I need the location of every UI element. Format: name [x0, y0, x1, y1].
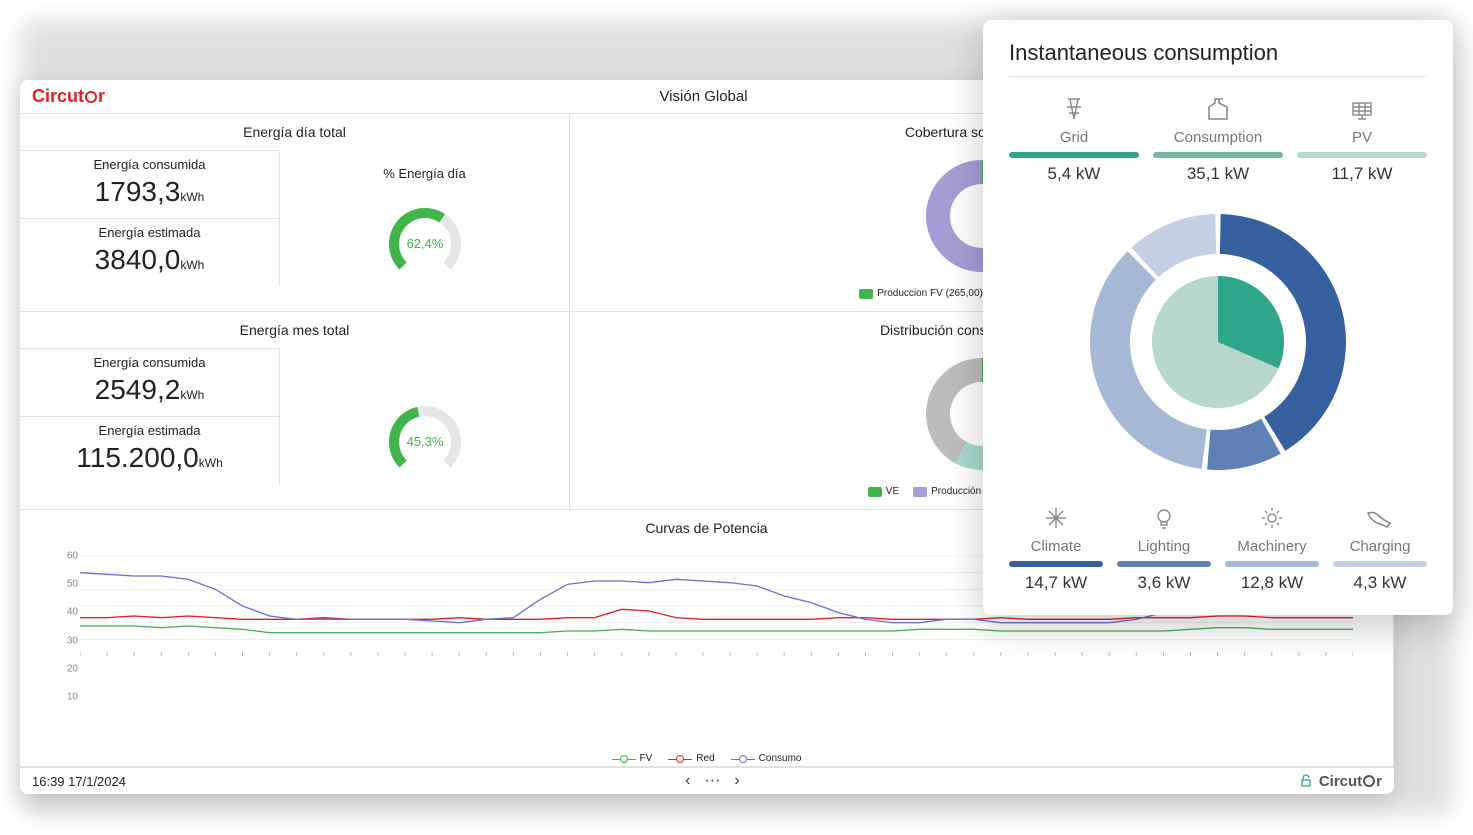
- metric-label: Climate: [1031, 538, 1082, 555]
- metric-grid: Grid 5,4 kW: [1009, 95, 1139, 184]
- legend-line-marker: [612, 754, 636, 764]
- metric-label: PV: [1352, 129, 1372, 146]
- curves-y-axis: 605040302010: [50, 556, 78, 725]
- footer: 16:39 17/1/2024 ‹ ··· › Circutr: [20, 767, 1394, 794]
- legend-item[interactable]: Producción: [913, 486, 981, 497]
- next-page-button[interactable]: ›: [734, 772, 739, 790]
- metric-label: Grid: [1060, 129, 1088, 146]
- metric-climate: Climate 14,7 kW: [1009, 504, 1103, 593]
- day-consumed-unit: kWh: [180, 190, 204, 204]
- metric-value: 12,8 kW: [1241, 573, 1303, 593]
- machinery-icon: [1259, 504, 1285, 532]
- month-expected-label: Energía estimada: [32, 423, 267, 442]
- legend-label: FV: [640, 753, 653, 764]
- legend-swatch: [868, 487, 882, 497]
- metric-value: 14,7 kW: [1025, 573, 1087, 593]
- legend-line-marker: [731, 754, 755, 764]
- metric-value: 3,6 kW: [1138, 573, 1191, 593]
- metric-charging: Charging 4,3 kW: [1333, 504, 1427, 593]
- brand-logo: Circutr: [32, 86, 105, 107]
- curves-legend: FV Red Consumo: [20, 747, 1393, 766]
- metric-bar: [1009, 561, 1103, 567]
- metric-bar: [1333, 561, 1427, 567]
- svg-text:62,4%: 62,4%: [406, 236, 443, 251]
- metric-bar: [1117, 561, 1211, 567]
- panel-title-day: Energía día total: [20, 114, 569, 150]
- metric-bar: [1297, 152, 1427, 158]
- month-expected-value: 115.200,0: [76, 442, 199, 473]
- day-expected-unit: kWh: [180, 258, 204, 272]
- legend-swatch: [913, 487, 927, 497]
- metric-value: 35,1 kW: [1187, 164, 1249, 184]
- month-consumed-unit: kWh: [180, 388, 204, 402]
- month-expected-unit: kWh: [199, 456, 223, 470]
- metric-label: Consumption: [1174, 129, 1262, 146]
- month-consumed-value: 2549,2: [95, 374, 181, 405]
- metric-value: 5,4 kW: [1048, 164, 1101, 184]
- legend-label: Produccion FV (265,00): [877, 288, 983, 299]
- pv-icon: [1348, 95, 1376, 123]
- metric-bar: [1225, 561, 1319, 567]
- legend-label: Consumo: [759, 753, 802, 764]
- legend-label: Red: [696, 753, 714, 764]
- instantaneous-consumption-popup: Instantaneous consumption Grid 5,4 kW Cons…: [983, 20, 1453, 615]
- metric-value: 11,7 kW: [1331, 164, 1392, 184]
- day-gauge: 62,4%: [365, 189, 485, 279]
- footer-datetime: 16:39 17/1/2024: [32, 774, 126, 789]
- metric-label: Charging: [1350, 538, 1411, 555]
- lighting-icon: [1151, 504, 1177, 532]
- legend-item[interactable]: VE: [868, 486, 899, 497]
- popup-title: Instantaneous consumption: [1009, 40, 1427, 66]
- day-expected-label: Energía estimada: [32, 225, 267, 244]
- day-pct-title: % Energía día: [383, 158, 465, 189]
- metric-bar: [1009, 152, 1139, 158]
- divider: [1009, 76, 1427, 77]
- month-gauge: 45,3%: [365, 387, 485, 477]
- legend-item[interactable]: FV: [612, 753, 653, 764]
- day-expected-value: 3840,0: [95, 244, 181, 275]
- day-consumed-label: Energía consumida: [32, 157, 267, 176]
- legend-item[interactable]: Red: [668, 753, 714, 764]
- metric-pv: PV 11,7 kW: [1297, 95, 1427, 184]
- legend-label: Producción: [931, 486, 981, 497]
- panel-energy-day: Energía día total Energía consumida 1793…: [19, 113, 570, 312]
- prev-page-button[interactable]: ‹: [685, 772, 690, 790]
- metric-machinery: Machinery 12,8 kW: [1225, 504, 1319, 593]
- metric-lighting: Lighting 3,6 kW: [1117, 504, 1211, 593]
- month-consumed-label: Energía consumida: [32, 355, 267, 374]
- popup-top-metrics: Grid 5,4 kW Consumption 35,1 kW PV 11,7 kW: [1009, 95, 1427, 184]
- metric-bar: [1153, 152, 1283, 158]
- panel-energy-month: Energía mes total Energía consumida 2549…: [19, 311, 570, 510]
- legend-item[interactable]: Produccion FV (265,00): [859, 288, 983, 299]
- charging-icon: [1365, 504, 1395, 532]
- lock-icon[interactable]: [1299, 774, 1313, 788]
- legend-label: VE: [886, 486, 899, 497]
- metric-consumption: Consumption 35,1 kW: [1153, 95, 1283, 184]
- footer-brand: Circutr: [1319, 773, 1382, 790]
- consumption-icon: [1204, 95, 1232, 123]
- day-consumed-value: 1793,3: [95, 176, 181, 207]
- svg-text:45,3%: 45,3%: [406, 434, 443, 449]
- metric-value: 4,3 kW: [1354, 573, 1407, 593]
- metric-label: Lighting: [1138, 538, 1191, 555]
- popup-bottom-metrics: Climate 14,7 kW Lighting 3,6 kW Machinery 12,…: [1009, 504, 1427, 593]
- metric-label: Machinery: [1237, 538, 1306, 555]
- legend-item[interactable]: Consumo: [731, 753, 802, 764]
- grid-icon: [1060, 95, 1088, 123]
- climate-icon: [1043, 504, 1069, 532]
- page-menu-button[interactable]: ···: [704, 772, 720, 790]
- legend-swatch: [859, 289, 873, 299]
- panel-title-month: Energía mes total: [20, 312, 569, 348]
- instantaneous-donut-chart: [1078, 202, 1358, 482]
- legend-line-marker: [668, 754, 692, 764]
